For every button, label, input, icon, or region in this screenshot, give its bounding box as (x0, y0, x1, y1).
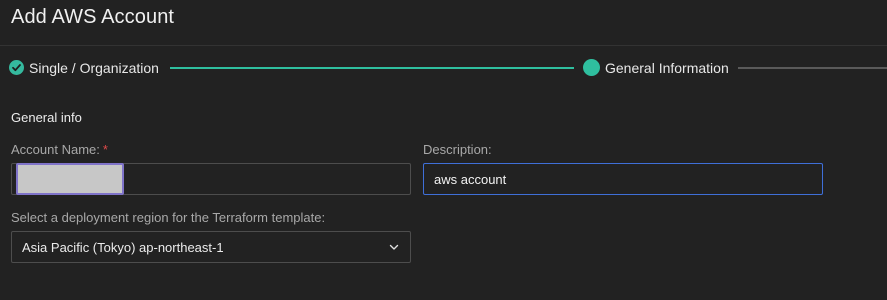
region-label: Select a deployment region for the Terra… (11, 210, 326, 225)
check-icon (9, 60, 24, 75)
region-select[interactable]: Asia Pacific (Tokyo) ap-northeast-1 (11, 231, 411, 263)
header: Add AWS Account (0, 0, 887, 46)
stepper-connector-completed (170, 67, 574, 69)
required-marker: * (102, 142, 108, 157)
account-name-label-text: Account Name: (11, 142, 100, 157)
step-label-general-information: General Information (605, 60, 729, 76)
step-label-single-organization[interactable]: Single / Organization (29, 60, 159, 76)
description-label: Description: (423, 142, 492, 157)
region-select-value: Asia Pacific (Tokyo) ap-northeast-1 (22, 239, 224, 255)
page-title: Add AWS Account (11, 6, 175, 28)
chevron-down-icon (388, 241, 400, 253)
stepper: Single / Organization General Informatio… (0, 56, 887, 80)
section-title: General info (11, 110, 82, 125)
dot-icon (583, 59, 600, 76)
redacted-account-name (16, 163, 124, 195)
stepper-connector-pending (738, 67, 887, 69)
description-input[interactable] (423, 163, 823, 195)
account-name-label: Account Name: * (11, 142, 108, 157)
